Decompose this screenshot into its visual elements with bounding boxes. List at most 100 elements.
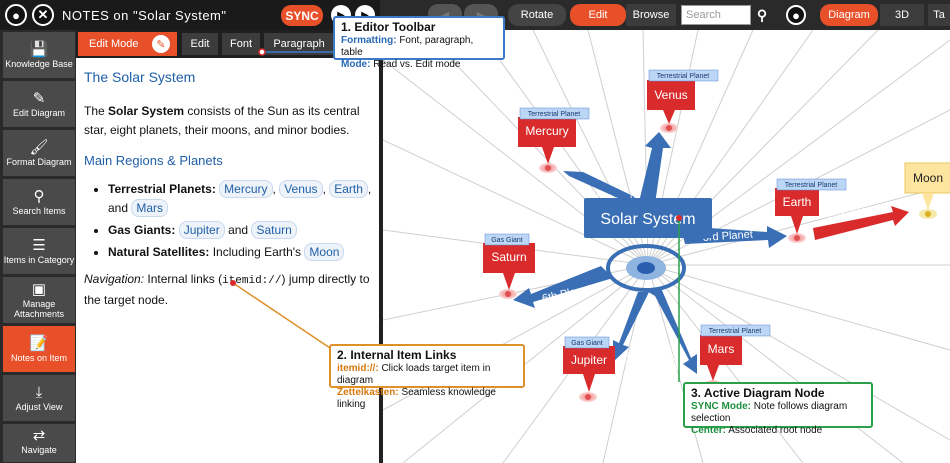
sidebar-item-label: Knowledge Base (5, 58, 73, 69)
sidebar-item-notes-on-item[interactable]: 📝 Notes on Item (3, 326, 75, 373)
text: and (228, 223, 249, 237)
link-mercury[interactable]: Mercury (219, 180, 273, 198)
node-tag: Gas Giant (491, 237, 523, 244)
link-venus[interactable]: Venus (279, 180, 323, 198)
edge-label-5th-planet: 5th Planet (622, 316, 652, 366)
link-earth[interactable]: Earth (329, 180, 368, 198)
paragraph-button[interactable]: Paragraph (264, 33, 334, 55)
app-window: 1st Planet 2nd Planet 3rd Planet 4th Pla… (0, 0, 950, 463)
node-mars[interactable]: Terrestrial Planet Mars (700, 324, 771, 381)
bold-text: Solar System (108, 104, 185, 118)
section-heading: Main Regions & Planets (84, 153, 223, 168)
link-saturn[interactable]: Saturn (251, 221, 297, 239)
edit-document-icon: ✎ (32, 89, 46, 107)
target-icon[interactable]: ● (786, 5, 806, 25)
text: Including Earth's (212, 245, 302, 259)
callout-title: 2. Internal Item Links (337, 348, 457, 362)
sidebar-item-items-in-category[interactable]: ☰ Items in Category (3, 228, 75, 275)
notes-icon: 📝 (29, 334, 49, 352)
callout-line: Mode: Read vs. Edit mode (341, 59, 461, 70)
link-mars[interactable]: Mars (131, 199, 169, 217)
node-tag: Terrestrial Planet (657, 73, 710, 80)
list-label: Natural Satellites: (108, 245, 210, 259)
node-solar-system[interactable]: Solar System (584, 198, 712, 238)
node-mercury[interactable]: Terrestrial Planet Mercury (518, 107, 590, 164)
sync-button[interactable]: SYNC (281, 5, 323, 26)
search-icon[interactable]: ⚲ (752, 5, 772, 25)
search-icon: ⚲ (33, 187, 45, 205)
note-content[interactable]: The Solar System The Solar System consis… (84, 68, 374, 320)
view-3d-button[interactable]: 3D (880, 4, 924, 26)
italic-text: Navigation: (84, 272, 145, 286)
sidebar-item-navigate[interactable]: ⇄ Navigate (3, 424, 75, 463)
edit-diagram-button[interactable]: Edit (570, 4, 626, 26)
node-tag: Terrestrial Planet (709, 328, 762, 335)
save-icon: 💾 (29, 40, 49, 58)
node-label: Mars (708, 342, 735, 356)
list-item: Natural Satellites: Including Earth's Mo… (108, 243, 374, 262)
text: The (84, 104, 109, 118)
list-item: Gas Giants: Jupiter and Saturn (108, 221, 374, 240)
sidebar-item-label: Notes on Item (10, 352, 68, 363)
code-text: itemid:// (222, 275, 282, 287)
sidebar-item-label: Items in Category (3, 254, 75, 265)
edit-mode-toggle[interactable]: Edit Mode ✎ (78, 32, 177, 56)
node-label: Moon (913, 171, 943, 185)
callout-active-node: 3. Active Diagram Node SYNC Mode: Note f… (683, 382, 873, 436)
node-tag: Terrestrial Planet (528, 111, 581, 118)
close-icon[interactable]: ✕ (32, 4, 54, 26)
node-saturn[interactable]: Gas Giant Saturn (483, 233, 535, 290)
sidebar-item-label: Format Diagram (6, 156, 72, 167)
list-label: Gas Giants: (108, 223, 176, 237)
link-jupiter[interactable]: Jupiter (178, 221, 225, 239)
list-icon: ☰ (32, 236, 46, 254)
sidebar-item-search-items[interactable]: ⚲ Search Items (3, 179, 75, 226)
search-input[interactable]: Search (681, 5, 751, 25)
list-label: Terrestrial Planets: (108, 182, 216, 196)
font-button[interactable]: Font (222, 33, 260, 55)
sidebar-item-format-diagram[interactable]: 🖌 Format Diagram (3, 130, 75, 177)
sidebar-item-edit-diagram[interactable]: ✎ Edit Diagram (3, 81, 75, 128)
diagram-view-button[interactable]: Diagram (820, 4, 878, 26)
callout-internal-links: 2. Internal Item Links itemid://: Click … (329, 344, 525, 410)
active-node-dot (676, 215, 682, 221)
target-icon[interactable]: ● (5, 4, 27, 26)
node-venus[interactable]: Terrestrial Planet Venus (647, 69, 719, 124)
node-label: Mercury (525, 124, 568, 138)
sidebar-item-label: Adjust View (15, 401, 63, 412)
image-icon: ▣ (31, 280, 47, 298)
node-moon[interactable]: Moon (904, 162, 950, 210)
sidebar-item-label: Edit Diagram (12, 107, 66, 118)
node-tag: Gas Giant (571, 340, 603, 347)
sidebar-item-knowledge-base[interactable]: 💾 Knowledge Base (3, 32, 75, 79)
navigation-note: Navigation: Internal links (itemid://) j… (84, 270, 374, 310)
callout-editor-toolbar: 1. Editor Toolbar Formatting: Font, para… (333, 16, 505, 70)
callout-title: 3. Active Diagram Node (691, 386, 825, 400)
link-moon[interactable]: Moon (304, 243, 345, 261)
navigate-icon: ⇄ (32, 427, 46, 444)
browse-button[interactable]: Browse (626, 4, 676, 26)
edit-mode-label: Edit Mode (89, 38, 139, 50)
note-title: The Solar System (84, 69, 196, 85)
notes-header: ● ✕ NOTES on "Solar System" (0, 0, 380, 30)
planet-list: Terrestrial Planets: Mercury, Venus, Ear… (108, 180, 374, 262)
node-label: Jupiter (571, 353, 607, 367)
sidebar-item-adjust-view[interactable]: ⤓ Adjust View (3, 375, 75, 422)
sidebar-item-label: Manage Attachments (13, 298, 65, 319)
node-tag: Terrestrial Planet (785, 182, 838, 189)
table-view-button[interactable]: Ta (928, 4, 950, 26)
text: and (108, 201, 129, 215)
callout-line: Zettelkasten: Seamless knowledge linking (337, 387, 496, 410)
download-icon: ⤓ (35, 383, 43, 401)
sidebar: 💾 Knowledge Base ✎ Edit Diagram 🖌 Format Di… (0, 30, 76, 463)
list-item: Terrestrial Planets: Mercury, Venus, Ear… (108, 180, 374, 218)
center-ring (606, 244, 686, 292)
callout-line: itemid://: Click loads target item in di… (337, 363, 491, 386)
edit-button[interactable]: Edit (182, 33, 218, 55)
sidebar-item-manage-attachments[interactable]: ▣ Manage Attachments (3, 277, 75, 324)
page-title: NOTES on "Solar System" (62, 7, 227, 23)
notes-panel: Edit Mode ✎ Edit Font Paragraph The Sola… (76, 30, 379, 463)
paint-brush-icon: 🖌 (29, 138, 49, 156)
rotate-button[interactable]: Rotate (508, 4, 566, 26)
node-jupiter[interactable]: Gas Giant Jupiter (563, 336, 615, 392)
